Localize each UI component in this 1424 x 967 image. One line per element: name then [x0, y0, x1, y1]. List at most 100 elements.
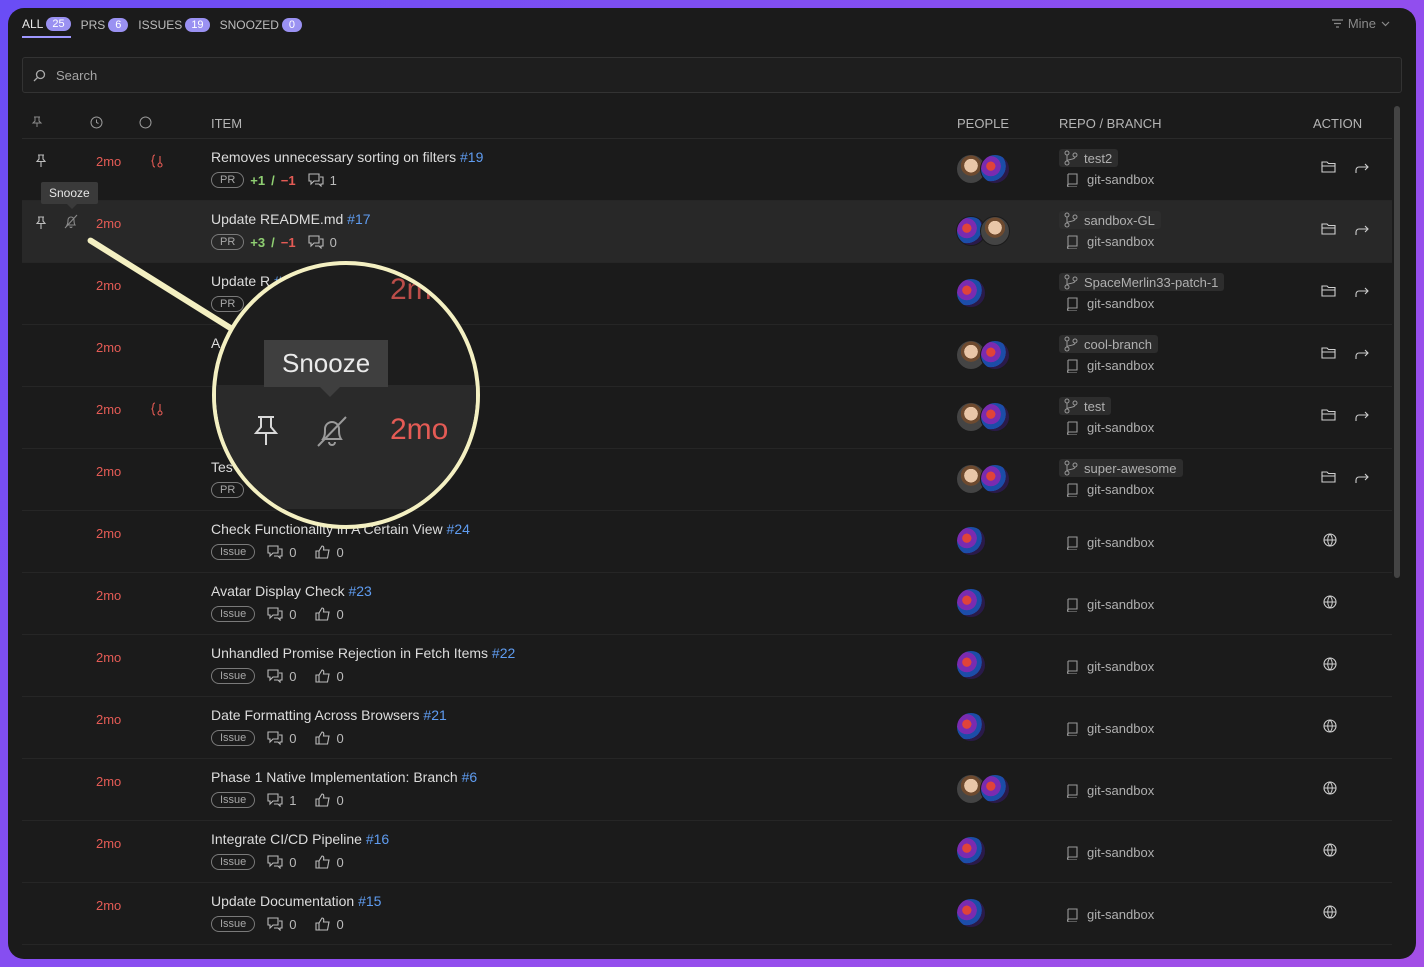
- repo: git-sandbox: [1059, 780, 1154, 798]
- open-web-button[interactable]: [1323, 843, 1337, 857]
- mine-filter[interactable]: Mine: [1331, 16, 1390, 31]
- item-title[interactable]: Update README.md #17: [211, 211, 371, 227]
- column-repo-branch[interactable]: REPO / BRANCH: [1059, 116, 1162, 131]
- repo-name: git-sandbox: [1087, 482, 1155, 497]
- branch-tag[interactable]: test: [1059, 397, 1111, 415]
- scrollbar[interactable]: [1394, 106, 1400, 578]
- item-title[interactable]: Avatar Display Check #23: [211, 583, 372, 599]
- item-title[interactable]: Update Documentation #15: [211, 893, 381, 909]
- table-row[interactable]: 2mo Date Formatting Across Browsers #21 Is…: [22, 697, 1392, 759]
- pin-column-icon[interactable]: [31, 116, 43, 128]
- branch-tag[interactable]: cool-branch: [1059, 335, 1158, 353]
- table-row[interactable]: 2mo Unhandled Promise Rejection in Fetch …: [22, 635, 1392, 697]
- tab-all[interactable]: ALL 25: [22, 15, 71, 38]
- open-link-button[interactable]: [1355, 410, 1370, 422]
- item-number: #16: [365, 831, 390, 847]
- table-row[interactable]: 2mo Update README.md #17 PR +3 / −1 0 sandbox-G…: [22, 201, 1392, 263]
- search-input[interactable]: [54, 66, 1358, 84]
- item-title[interactable]: Date Formatting Across Browsers #21: [211, 707, 447, 723]
- avatar[interactable]: [956, 898, 986, 928]
- clock-column-icon[interactable]: [90, 116, 103, 129]
- open-link-button[interactable]: [1355, 472, 1370, 484]
- branch-tag[interactable]: sandbox-GL: [1059, 211, 1161, 229]
- avatar[interactable]: [980, 402, 1010, 432]
- like-count: 0: [336, 730, 344, 746]
- open-link-button[interactable]: [1355, 162, 1370, 174]
- table-row[interactable]: 2mo Removes unnecessary sorting on filter…: [22, 139, 1392, 201]
- open-web-button[interactable]: [1323, 781, 1337, 795]
- item-title[interactable]: Integrate CI/CD Pipeline #16: [211, 831, 389, 847]
- table-row[interactable]: 2mo Avatar Display Check #23 Issue 0 0 git-sa…: [22, 573, 1392, 635]
- open-folder-button[interactable]: [1321, 222, 1337, 235]
- tab-label: ISSUES: [138, 18, 183, 32]
- repo: git-sandbox: [1059, 842, 1154, 860]
- branch-name: super-awesome: [1084, 460, 1177, 476]
- column-action[interactable]: ACTION: [1313, 116, 1362, 131]
- avatar[interactable]: [956, 588, 986, 618]
- item-title[interactable]: Unhandled Promise Rejection in Fetch Ite…: [211, 645, 515, 661]
- status-column-icon[interactable]: [139, 116, 152, 129]
- tab-snoozed[interactable]: SNOOZED 0: [220, 16, 302, 37]
- item-title-text: Update README.md: [211, 211, 344, 227]
- open-web-button[interactable]: [1323, 719, 1337, 733]
- bell-off-icon[interactable]: [63, 213, 79, 229]
- item-age: 2mo: [96, 650, 122, 665]
- open-web-button[interactable]: [1323, 657, 1337, 671]
- tab-issues[interactable]: ISSUES 19: [138, 16, 210, 37]
- table-row[interactable]: 2moUpdate R #25PRSpaceMerlin33-patch-1gi…: [22, 263, 1392, 325]
- zoom-age: 2mo: [390, 413, 449, 446]
- avatar[interactable]: [980, 464, 1010, 494]
- avatar[interactable]: [956, 278, 986, 308]
- tab-prs[interactable]: PRS 6: [81, 16, 129, 37]
- repo-icon: [1066, 234, 1079, 249]
- folder-icon: [1321, 408, 1337, 421]
- globe-icon: [1323, 719, 1337, 733]
- avatar[interactable]: [956, 836, 986, 866]
- avatar[interactable]: [956, 526, 986, 556]
- item-title[interactable]: Phase 1 Native Implementation: Branch #6: [211, 769, 477, 785]
- open-web-button[interactable]: [1323, 905, 1337, 919]
- avatar[interactable]: [980, 340, 1010, 370]
- open-folder-button[interactable]: [1321, 346, 1337, 359]
- table-row[interactable]: 2mo Check Functionality in A Certain View…: [22, 511, 1392, 573]
- open-link-button[interactable]: [1355, 348, 1370, 360]
- repo-branch: super-awesome git-sandbox: [1059, 459, 1183, 497]
- branch-tag[interactable]: SpaceMerlin33-patch-1: [1059, 273, 1225, 291]
- open-folder-button[interactable]: [1321, 408, 1337, 421]
- pin-icon[interactable]: [35, 216, 47, 230]
- open-folder-button[interactable]: [1321, 284, 1337, 297]
- open-web-button[interactable]: [1323, 595, 1337, 609]
- open-link-button[interactable]: [1355, 286, 1370, 298]
- share-arrow-icon: [1355, 224, 1370, 236]
- branch-tag[interactable]: super-awesome: [1059, 459, 1183, 477]
- zoom-top-age: 2m: [390, 273, 432, 306]
- avatar[interactable]: [956, 650, 986, 680]
- repo-name: git-sandbox: [1087, 172, 1155, 187]
- open-folder-button[interactable]: [1321, 160, 1337, 173]
- repo-name: git-sandbox: [1087, 420, 1155, 435]
- chevron-down-icon: [1381, 21, 1390, 27]
- column-item[interactable]: ITEM: [211, 116, 242, 131]
- branch-tag[interactable]: test2: [1059, 149, 1119, 167]
- item-title[interactable]: Removes unnecessary sorting on filters #…: [211, 149, 483, 165]
- avatar[interactable]: [980, 216, 1010, 246]
- merge-conflict-icon: [150, 401, 166, 417]
- item-meta: Issue 0 0: [211, 606, 344, 622]
- open-web-button[interactable]: [1323, 533, 1337, 547]
- column-people[interactable]: PEOPLE: [957, 116, 1009, 131]
- search-bar[interactable]: [22, 57, 1402, 93]
- repo-icon: [1066, 296, 1079, 311]
- open-folder-button[interactable]: [1321, 470, 1337, 483]
- avatar[interactable]: [980, 154, 1010, 184]
- repo-name: git-sandbox: [1087, 659, 1155, 674]
- share-arrow-icon: [1355, 410, 1370, 422]
- table-row[interactable]: 2mo Integrate CI/CD Pipeline #16 Issue 0 0 gi…: [22, 821, 1392, 883]
- avatar[interactable]: [980, 774, 1010, 804]
- pin-icon[interactable]: [35, 154, 47, 168]
- open-link-button[interactable]: [1355, 224, 1370, 236]
- table-row[interactable]: 2mo Update Documentation #15 Issue 0 0 git-sa…: [22, 883, 1392, 945]
- avatar[interactable]: [956, 712, 986, 742]
- table-row[interactable]: 2mo Phase 1 Native Implementation: Branch…: [22, 759, 1392, 821]
- comment-count: 0: [289, 606, 297, 622]
- item-number: #22: [491, 645, 516, 661]
